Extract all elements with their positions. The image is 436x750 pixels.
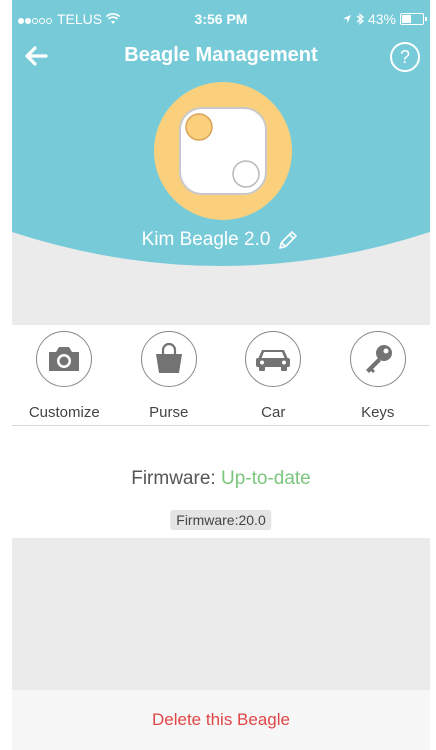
delete-beagle-button[interactable]: Delete this Beagle <box>12 690 430 750</box>
page-title: Beagle Management <box>124 44 318 66</box>
category-label: Car <box>261 404 286 421</box>
category-car[interactable]: Car <box>221 325 326 425</box>
device-name-row[interactable]: Kim Beagle 2.0 <box>12 228 430 252</box>
category-customize[interactable]: Customize <box>12 325 117 425</box>
beagle-device-icon <box>154 82 292 220</box>
status-bar: TELUS 3:56 PM 43% <box>12 0 430 36</box>
firmware-section: Firmware: Up-to-date Firmware:20.0 <box>12 426 430 538</box>
camera-icon <box>36 331 93 387</box>
battery-icon <box>400 13 427 25</box>
category-purse[interactable]: Purse <box>117 325 222 425</box>
firmware-label: Firmware: <box>131 468 216 489</box>
key-icon <box>349 331 406 387</box>
category-label: Keys <box>361 404 395 421</box>
category-label: Purse <box>149 404 189 421</box>
navigation-bar: Beagle Management ? <box>12 36 430 76</box>
car-icon <box>245 331 302 387</box>
firmware-status: Up-to-date <box>220 468 311 489</box>
category-selector: Customize Purse Car Keys <box>12 325 430 426</box>
battery-percent: 43% <box>367 11 396 27</box>
bag-icon <box>140 331 197 387</box>
app-screen: TELUS 3:56 PM 43% Beagle Management ? Ki… <box>12 0 430 750</box>
category-label: Customize <box>28 404 100 421</box>
bluetooth-icon <box>356 13 364 25</box>
device-name: Kim Beagle 2.0 <box>141 229 271 250</box>
pencil-icon[interactable] <box>276 228 300 252</box>
firmware-status-line: Firmware: Up-to-date <box>12 468 430 490</box>
category-keys[interactable]: Keys <box>326 325 431 425</box>
location-arrow-icon <box>342 15 351 23</box>
help-button[interactable]: ? <box>390 42 420 72</box>
empty-area <box>12 538 430 690</box>
firmware-version-badge: Firmware:20.0 <box>170 510 272 530</box>
